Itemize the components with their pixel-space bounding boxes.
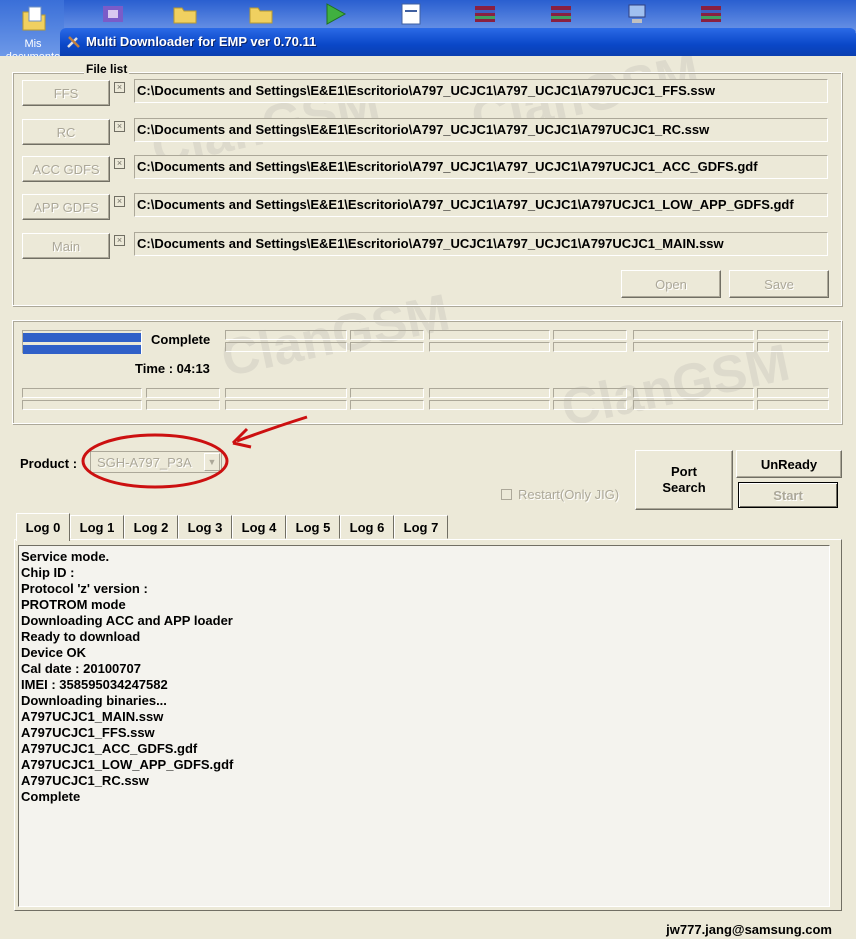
file-path-field[interactable]: C:\Documents and Settings\E&E1\Escritori… xyxy=(134,79,828,103)
file-button-ffs[interactable]: FFS xyxy=(22,80,110,106)
start-button[interactable]: Start xyxy=(738,482,838,508)
archive-icon[interactable] xyxy=(472,2,498,26)
unready-button[interactable]: UnReady xyxy=(736,450,842,478)
file-button-rc[interactable]: RC xyxy=(22,119,110,145)
media-player-icon[interactable] xyxy=(322,2,348,26)
clear-file-icon[interactable]: × xyxy=(114,235,125,246)
app-tools-icon xyxy=(67,36,80,48)
tab-log-4[interactable]: Log 4 xyxy=(232,515,286,539)
tab-log-3[interactable]: Log 3 xyxy=(178,515,232,539)
computer-icon[interactable] xyxy=(624,2,650,26)
product-label: Product : xyxy=(20,456,78,471)
my-documents-icon xyxy=(22,6,46,31)
clear-file-icon[interactable]: × xyxy=(114,158,125,169)
tab-log-5[interactable]: Log 5 xyxy=(286,515,340,539)
archive-icon[interactable] xyxy=(548,2,574,26)
save-button[interactable]: Save xyxy=(729,270,829,298)
log-output[interactable]: Service mode. Chip ID : Protocol 'z' versi… xyxy=(18,545,830,907)
clear-file-icon[interactable]: × xyxy=(114,82,125,93)
window-title: Multi Downloader for EMP ver 0.70.11 xyxy=(86,34,317,49)
folder-icon[interactable] xyxy=(248,2,274,26)
port-search-button[interactable]: Port Search xyxy=(635,450,733,510)
progress-fill-bottom xyxy=(23,345,141,354)
clear-file-icon[interactable]: × xyxy=(114,196,125,207)
file-path-field[interactable]: C:\Documents and Settings\E&E1\Escritori… xyxy=(134,118,828,142)
clear-file-icon[interactable]: × xyxy=(114,121,125,132)
progress-fill-top xyxy=(23,333,141,342)
application-icon[interactable] xyxy=(100,2,126,26)
log-line: Ready to download xyxy=(21,629,141,644)
annotation-overlay xyxy=(81,415,308,489)
file-path-field[interactable]: C:\Documents and Settings\E&E1\Escritori… xyxy=(134,155,828,179)
log-line: PROTROM mode xyxy=(21,597,126,612)
log-line: Downloading binaries... xyxy=(21,693,167,708)
log-line: Service mode. xyxy=(21,549,110,564)
log-line: Protocol 'z' version : xyxy=(21,581,148,596)
tab-log-7[interactable]: Log 7 xyxy=(394,515,448,539)
footer-email: jw777.jang@samsung.com xyxy=(666,922,832,937)
file-button-acc-gdfs[interactable]: ACC GDFS xyxy=(22,156,110,182)
annotation-circle xyxy=(81,433,229,489)
annotation-arrow xyxy=(236,415,308,443)
restart-only-jig-label: Restart(Only JIG) xyxy=(518,487,620,502)
document-icon[interactable] xyxy=(398,2,424,26)
log-line: Chip ID : xyxy=(21,565,75,580)
elapsed-time: Time : 04:13 xyxy=(135,361,210,376)
log-line: A797UCJC1_LOW_APP_GDFS.gdf xyxy=(21,757,234,772)
open-button[interactable]: Open xyxy=(621,270,721,298)
archive-icon[interactable] xyxy=(698,2,724,26)
file-path-field[interactable]: C:\Documents and Settings\E&E1\Escritori… xyxy=(134,193,828,217)
log-line: Device OK xyxy=(21,645,87,660)
tab-log-0[interactable]: Log 0 xyxy=(16,513,70,541)
log-line: A797UCJC1_ACC_GDFS.gdf xyxy=(21,741,198,756)
log-line: A797UCJC1_RC.ssw xyxy=(21,773,149,788)
log-line: A797UCJC1_MAIN.ssw xyxy=(21,709,164,724)
file-button-app-gdfs[interactable]: APP GDFS xyxy=(22,194,110,220)
port-search-label-line2: Search xyxy=(662,480,706,495)
download-status: Complete xyxy=(151,332,211,347)
file-list-label: File list xyxy=(84,62,130,76)
tab-log-1[interactable]: Log 1 xyxy=(70,515,124,539)
log-line: Complete xyxy=(21,789,81,804)
tab-log-2[interactable]: Log 2 xyxy=(124,515,178,539)
file-path-field[interactable]: C:\Documents and Settings\E&E1\Escritori… xyxy=(134,232,828,256)
log-line: A797UCJC1_FFS.ssw xyxy=(21,725,155,740)
folder-icon[interactable] xyxy=(172,2,198,26)
window-titlebar[interactable]: Multi Downloader for EMP ver 0.70.11 xyxy=(60,28,856,56)
log-line: IMEI : 358595034247582 xyxy=(21,677,168,692)
file-button-main[interactable]: Main xyxy=(22,233,110,259)
log-line: Cal date : 20100707 xyxy=(21,661,141,676)
port-search-label-line1: Port xyxy=(671,464,697,479)
restart-only-jig-checkbox[interactable] xyxy=(501,489,512,500)
tab-log-6[interactable]: Log 6 xyxy=(340,515,394,539)
log-line: Downloading ACC and APP loader xyxy=(21,613,233,628)
